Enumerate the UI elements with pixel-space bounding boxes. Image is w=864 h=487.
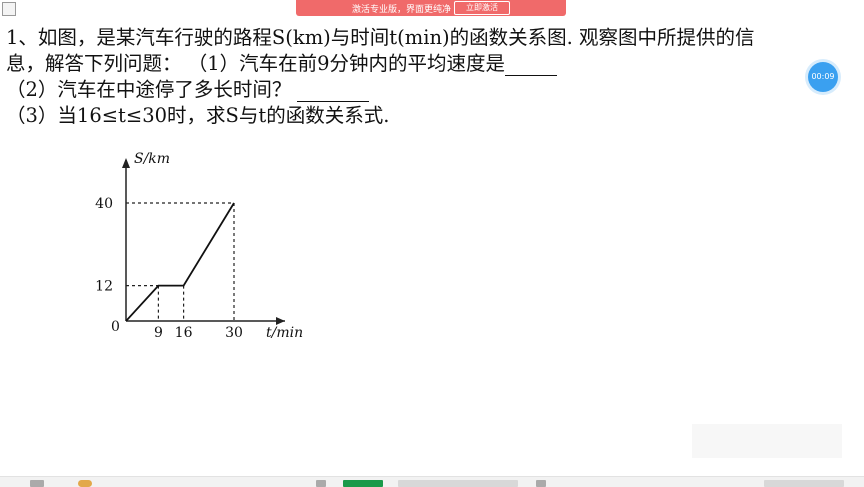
y-tick-label-12: 12 bbox=[95, 279, 113, 295]
y-axis-label: S/km bbox=[134, 151, 170, 167]
x-tick-label-30: 30 bbox=[225, 325, 243, 341]
faded-watermark bbox=[692, 424, 842, 458]
y-tick-label-40: 40 bbox=[95, 196, 113, 212]
distance-time-chart: S/km t/min 0 9 16 30 12 40 bbox=[0, 0, 864, 486]
taskbar bbox=[0, 476, 864, 487]
origin-label: 0 bbox=[111, 319, 120, 335]
y-axis-arrow bbox=[122, 158, 130, 168]
x-axis-label: t/min bbox=[266, 325, 303, 341]
x-tick-label-16: 16 bbox=[175, 325, 193, 341]
distance-series-line bbox=[126, 203, 234, 321]
x-axis-arrow bbox=[276, 317, 285, 325]
x-tick-label-9: 9 bbox=[154, 325, 163, 341]
